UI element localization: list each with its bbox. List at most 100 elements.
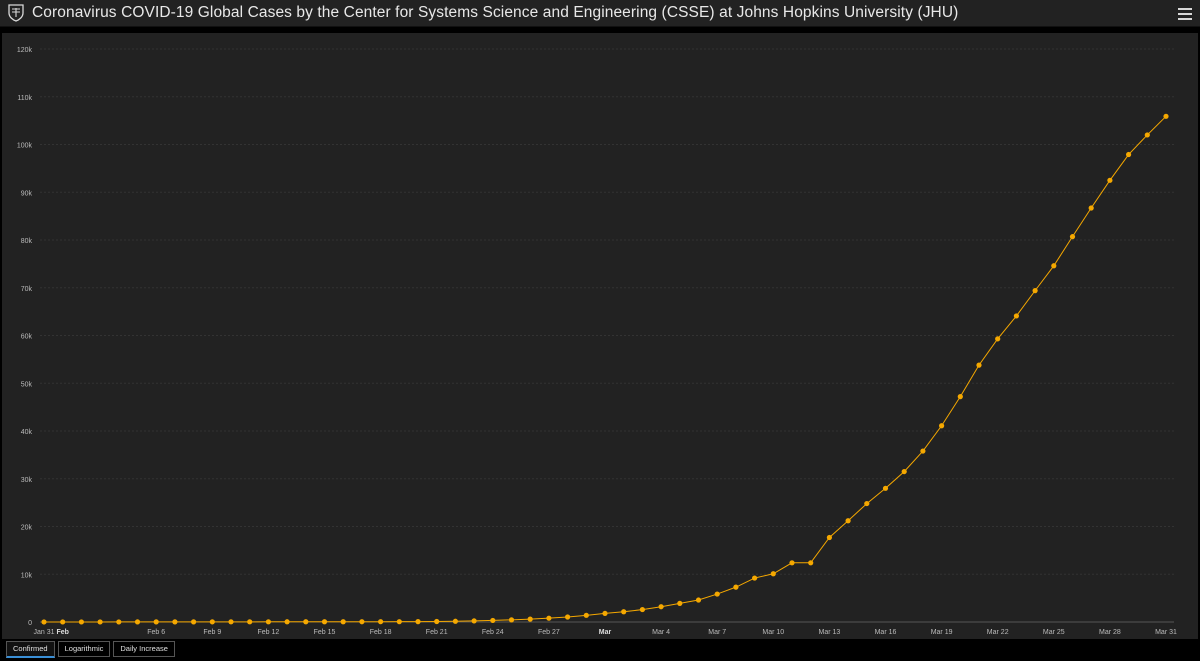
data-point[interactable] <box>826 534 833 541</box>
y-tick-label: 80k <box>21 238 33 245</box>
tab-daily-increase[interactable]: Daily Increase <box>113 641 175 657</box>
data-point[interactable] <box>957 394 963 400</box>
data-point[interactable] <box>228 619 234 625</box>
data-point[interactable] <box>265 619 271 625</box>
data-point[interactable] <box>209 619 215 625</box>
data-point[interactable] <box>901 468 907 475</box>
data-point[interactable] <box>321 619 328 625</box>
data-point[interactable] <box>621 609 627 615</box>
y-tick-label: 0 <box>28 620 32 627</box>
chart-panel: 0 10k 20k 30k 40k 50k 60k 70k 80k 90k 100k 110k 120k… <box>2 33 1198 639</box>
y-tick-label: 50k <box>21 381 33 388</box>
data-point[interactable] <box>134 619 141 625</box>
x-tick-label: Mar 4 <box>652 629 670 636</box>
x-tick-label: Mar 25 <box>1043 629 1065 636</box>
data-point[interactable] <box>284 619 290 625</box>
data-point[interactable] <box>378 619 384 625</box>
data-point[interactable] <box>359 619 365 625</box>
data-point[interactable] <box>565 614 571 620</box>
data-point[interactable] <box>153 619 159 625</box>
tab-logarithmic[interactable]: Logarithmic <box>57 641 111 657</box>
data-point[interactable] <box>1069 234 1076 240</box>
data-point[interactable] <box>97 619 103 625</box>
data-point[interactable] <box>546 615 552 621</box>
y-tick-label: 10k <box>21 572 33 579</box>
data-point[interactable] <box>527 616 533 622</box>
y-tick-label: 40k <box>21 429 33 436</box>
data-point[interactable] <box>303 619 309 625</box>
y-tick-label: 20k <box>21 525 33 532</box>
chart-tabs: Confirmed Logarithmic Daily Increase <box>6 641 175 658</box>
data-point[interactable] <box>789 560 795 566</box>
data-point[interactable] <box>1126 151 1132 158</box>
data-point[interactable] <box>116 619 122 625</box>
data-point[interactable] <box>415 619 421 625</box>
x-tick-label: Feb 18 <box>370 629 392 636</box>
data-point[interactable] <box>247 619 253 625</box>
y-tick-label: 60k <box>21 334 33 341</box>
x-tick-label: Feb 6 <box>147 629 165 636</box>
data-point[interactable] <box>1051 263 1057 269</box>
data-point[interactable] <box>471 618 477 624</box>
x-tick-label: Mar 28 <box>1099 629 1121 636</box>
y-tick-label: 110k <box>17 95 32 102</box>
x-tick-label: Feb 9 <box>203 629 221 636</box>
x-tick-label: Mar 10 <box>762 629 784 636</box>
x-tick-label: Jan 31 <box>33 629 54 636</box>
data-point[interactable] <box>583 612 589 618</box>
data-point[interactable] <box>60 619 66 625</box>
data-point[interactable] <box>172 619 178 625</box>
data-point[interactable] <box>639 606 646 613</box>
data-point[interactable] <box>434 618 440 625</box>
data-point[interactable] <box>191 619 197 625</box>
data-point[interactable] <box>939 423 945 429</box>
hamburger-menu-icon[interactable] <box>1178 5 1192 21</box>
tab-confirmed[interactable]: Confirmed <box>6 641 55 658</box>
x-tick-label: Mar 7 <box>708 629 726 636</box>
y-axis: 0 10k 20k 30k 40k 50k 60k 70k 80k 90k 100k 110k 120k <box>17 47 33 627</box>
data-point[interactable] <box>78 619 84 625</box>
data-point[interactable] <box>1032 288 1038 294</box>
data-point[interactable] <box>714 591 720 597</box>
data-point[interactable] <box>1163 113 1169 119</box>
series-points-layer <box>41 113 1169 625</box>
data-point[interactable] <box>976 362 982 368</box>
data-point[interactable] <box>1144 132 1150 138</box>
grid-layer <box>40 48 1174 623</box>
data-point[interactable] <box>1013 313 1020 319</box>
x-tick-label: Feb 27 <box>538 629 560 636</box>
data-point[interactable] <box>602 610 608 617</box>
data-point[interactable] <box>752 575 758 581</box>
y-tick-label: 90k <box>21 190 33 197</box>
x-tick-label: Mar 16 <box>875 629 897 636</box>
x-axis: Jan 31 Feb Feb 6 Feb 9 Feb 12 Feb 15 Feb 18 Feb… <box>33 629 1177 636</box>
app-header: Coronavirus COVID-19 Global Cases by the… <box>0 0 1200 27</box>
data-point[interactable] <box>508 617 515 623</box>
y-tick-label: 30k <box>21 477 33 484</box>
data-point[interactable] <box>882 485 889 491</box>
data-point[interactable] <box>695 597 702 603</box>
data-point[interactable] <box>920 448 926 454</box>
data-point[interactable] <box>396 619 402 625</box>
data-point[interactable] <box>864 500 870 507</box>
y-tick-label: 100k <box>17 143 33 150</box>
data-point[interactable] <box>452 618 458 624</box>
data-point[interactable] <box>733 584 739 590</box>
x-tick-label: Feb 15 <box>314 629 336 636</box>
data-point[interactable] <box>658 604 664 610</box>
x-tick-label: Feb 21 <box>426 629 448 636</box>
data-point[interactable] <box>1088 205 1094 211</box>
data-point[interactable] <box>995 336 1001 342</box>
data-point[interactable] <box>1107 177 1113 183</box>
data-point[interactable] <box>845 518 851 524</box>
x-tick-label: Feb 24 <box>482 629 504 636</box>
data-point[interactable] <box>677 600 683 606</box>
x-tick-label: Mar 13 <box>819 629 841 636</box>
data-point[interactable] <box>41 619 47 625</box>
data-point[interactable] <box>808 560 814 566</box>
data-point[interactable] <box>770 571 776 577</box>
y-tick-label: 70k <box>21 286 33 293</box>
x-tick-label: Mar 31 <box>1155 629 1177 636</box>
data-point[interactable] <box>490 617 496 624</box>
data-point[interactable] <box>340 619 346 625</box>
